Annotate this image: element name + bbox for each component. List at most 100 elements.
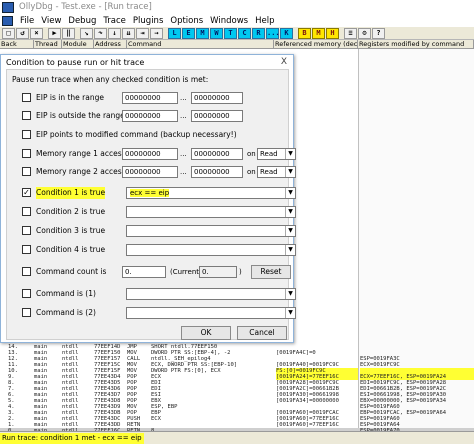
memory-range-2-mode-select[interactable]: Read ▼ <box>257 166 296 178</box>
list-icon[interactable]: ≡ <box>344 28 357 39</box>
memory-range-2-checkbox[interactable] <box>22 167 31 176</box>
menu-plugins[interactable]: Plugins <box>133 16 163 26</box>
eip-modified-checkbox[interactable] <box>22 130 31 139</box>
toolbar-button-memory-breakpoints[interactable]: M <box>312 28 325 39</box>
menu-trace[interactable]: Trace <box>103 16 126 26</box>
condition-2-input[interactable]: ▼ <box>126 206 296 218</box>
condition-4-checkbox[interactable] <box>22 245 31 254</box>
chevron-down-icon[interactable]: ▼ <box>285 245 295 255</box>
restart-icon[interactable]: ↺ <box>16 28 29 39</box>
eip-range-checkbox[interactable] <box>22 93 31 102</box>
toolbar-button-threads[interactable]: T <box>224 28 237 39</box>
chevron-down-icon[interactable]: ▼ <box>285 308 295 318</box>
condition-1-input[interactable]: ecx == eip ▼ <box>126 187 296 199</box>
condition-4-label: Condition 4 is true <box>36 245 106 254</box>
column-header-command[interactable]: Command <box>127 40 274 49</box>
dialog-close-icon[interactable]: X <box>281 57 287 67</box>
toolbar-button-hardware-breakpoints[interactable]: H <box>326 28 339 39</box>
step-over-icon[interactable]: ↷ <box>94 28 107 39</box>
condition-2-checkbox[interactable] <box>22 207 31 216</box>
memory-range-1-from-input[interactable]: 00000000 <box>122 148 178 160</box>
command-count-current-label: (Current <box>170 268 200 276</box>
menu-options[interactable]: Options <box>170 16 203 26</box>
help-icon[interactable]: ? <box>372 28 385 39</box>
command-count-current-value: 0. <box>199 266 237 278</box>
memory-range-1-checkbox[interactable] <box>22 149 31 158</box>
toolbar-button-references[interactable]: R <box>252 28 265 39</box>
toolbar-button-executables[interactable]: E <box>182 28 195 39</box>
condition-1-row: ✓ Condition 1 is true ecx == eip ▼ <box>7 187 296 199</box>
command-2-checkbox[interactable] <box>22 308 31 317</box>
column-header-referenced-memory[interactable]: Referenced memory (deco <box>274 40 358 49</box>
dialog-title: Condition to pause run or hit trace <box>6 58 145 67</box>
cancel-button[interactable]: Cancel <box>237 326 287 340</box>
condition-1-value: ecx == eip <box>130 189 170 197</box>
chevron-down-icon[interactable]: ▼ <box>285 289 295 299</box>
memory-range-2-row: Memory range 2 accessed 00000000 ... 000… <box>7 166 296 178</box>
toolbar-button-windows[interactable]: W <box>210 28 223 39</box>
eip-outside-checkbox[interactable] <box>22 111 31 120</box>
command-1-checkbox[interactable] <box>22 289 31 298</box>
open-icon[interactable]: □ <box>2 28 15 39</box>
memory-range-1-to-input[interactable]: 00000000 <box>191 148 243 160</box>
pause-icon[interactable]: ‖ <box>62 28 75 39</box>
toolbar-button-run-trace[interactable]: ... <box>266 28 280 39</box>
eip-range-dots: ... <box>180 94 187 102</box>
settings-icon[interactable]: ⚙ <box>358 28 371 39</box>
condition-1-checkbox[interactable]: ✓ <box>22 188 31 197</box>
column-header-address[interactable]: Address <box>94 40 127 49</box>
memory-range-2-dots: ... <box>180 168 187 176</box>
chevron-down-icon[interactable]: ▼ <box>285 207 295 217</box>
toolbar-button-cpu[interactable]: C <box>238 28 251 39</box>
command-count-checkbox[interactable] <box>22 267 31 276</box>
eip-range-label: EIP is in the range <box>36 93 104 102</box>
execute-till-return-icon[interactable]: ⇥ <box>136 28 149 39</box>
condition-4-row: Condition 4 is true ▼ <box>7 244 296 256</box>
toolbar-button-log[interactable]: L <box>168 28 181 39</box>
close-program-icon[interactable]: × <box>30 28 43 39</box>
memory-range-1-mode-select[interactable]: Read ▼ <box>257 148 296 160</box>
eip-modified-label: EIP points to modified command (backup n… <box>36 130 237 139</box>
chevron-down-icon[interactable]: ▼ <box>285 188 295 198</box>
trace-over-icon[interactable]: ⇊ <box>122 28 135 39</box>
toolbar-button-call-stack[interactable]: K <box>280 28 293 39</box>
eip-outside-row: EIP is outside the range 00000000 ... 00… <box>7 110 290 122</box>
toolbar-button-memory[interactable]: M <box>196 28 209 39</box>
eip-range-to-input[interactable]: 00000000 <box>191 92 243 104</box>
eip-modified-row: EIP points to modified command (backup n… <box>7 129 290 141</box>
system-menu-icon[interactable] <box>2 15 13 26</box>
eip-range-from-input[interactable]: 00000000 <box>122 92 178 104</box>
step-into-icon[interactable]: ↘ <box>80 28 93 39</box>
memory-range-2-from-input[interactable]: 00000000 <box>122 166 178 178</box>
command-count-input[interactable]: 0. <box>122 266 166 278</box>
reset-button[interactable]: Reset <box>251 265 291 279</box>
menu-help[interactable]: Help <box>255 16 274 26</box>
column-header-registers[interactable]: Registers modified by command <box>358 40 474 49</box>
column-header-back[interactable]: Back <box>0 40 34 49</box>
goto-icon[interactable]: → <box>150 28 163 39</box>
command-2-row: Command is (2) ▼ <box>7 307 296 319</box>
condition-3-checkbox[interactable] <box>22 226 31 235</box>
eip-outside-to-input[interactable]: 00000000 <box>191 110 243 122</box>
column-header-thread[interactable]: Thread <box>34 40 62 49</box>
chevron-down-icon[interactable]: ▼ <box>285 167 295 177</box>
condition-4-input[interactable]: ▼ <box>126 244 296 256</box>
command-1-input[interactable]: ▼ <box>126 288 296 300</box>
command-count-row: Command count is 0. (Current 0. ) Reset <box>7 265 291 279</box>
chevron-down-icon[interactable]: ▼ <box>285 149 295 159</box>
memory-range-2-to-input[interactable]: 00000000 <box>191 166 243 178</box>
memory-range-1-dots: ... <box>180 150 187 158</box>
run-icon[interactable]: ▶ <box>48 28 61 39</box>
chevron-down-icon[interactable]: ▼ <box>285 226 295 236</box>
menu-view[interactable]: View <box>41 16 61 26</box>
toolbar-button-breakpoints[interactable]: B <box>298 28 311 39</box>
command-2-input[interactable]: ▼ <box>126 307 296 319</box>
menu-debug[interactable]: Debug <box>68 16 96 26</box>
condition-3-input[interactable]: ▼ <box>126 225 296 237</box>
menu-windows[interactable]: Windows <box>210 16 248 26</box>
column-header-module[interactable]: Module <box>62 40 94 49</box>
trace-into-icon[interactable]: ↓ <box>108 28 121 39</box>
menu-file[interactable]: File <box>20 16 34 26</box>
eip-outside-from-input[interactable]: 00000000 <box>122 110 178 122</box>
ok-button[interactable]: OK <box>181 326 231 340</box>
